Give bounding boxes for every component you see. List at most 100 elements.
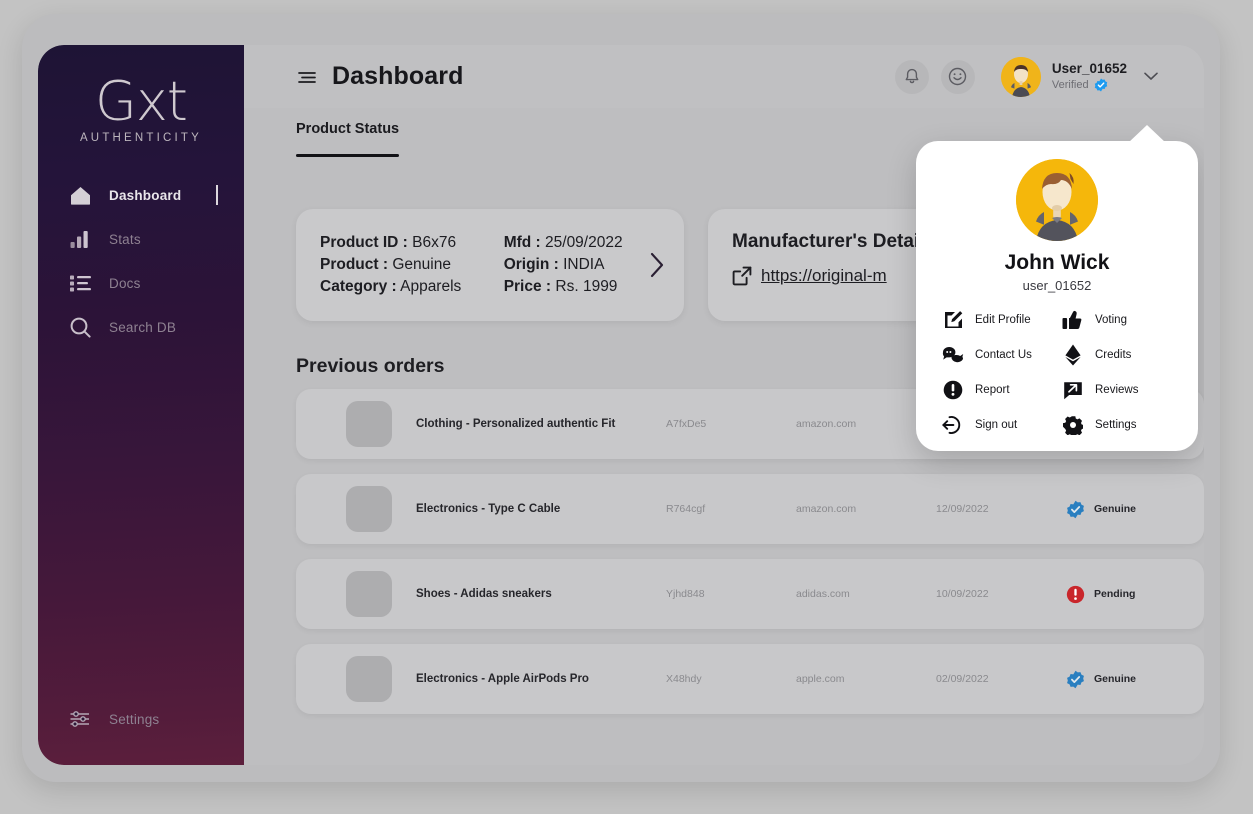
thumbs-up-icon [1062,309,1084,331]
previous-orders-title: Previous orders [296,355,445,377]
origin-label: Origin : [503,256,559,273]
order-name: Electronics - Apple AirPods Pro [416,673,589,685]
sidebar-item-label: Search DB [109,319,177,335]
sidebar-item-settings[interactable]: Settings [38,697,244,741]
user-status-label: Verified [1051,78,1089,91]
status-label: Genuine [1094,503,1137,515]
order-date: 12/09/2022 [936,503,989,515]
product-id-row: Product ID : B6x76 [320,234,478,252]
menu-item-label: Edit Profile [975,314,1031,326]
sidebar-item-dashboard[interactable]: Dashboard [38,173,244,217]
menu-item-edit-profile[interactable]: Edit Profile [942,309,1052,331]
edit-square-icon [942,309,964,331]
active-indicator [216,185,218,205]
order-code: Yjhd848 [666,588,705,600]
menu-item-voting[interactable]: Voting [1062,309,1172,331]
sidebar-item-docs[interactable]: Docs [38,261,244,305]
order-code: R764cgf [666,503,706,515]
product-row: Product : Genuine [320,256,478,274]
profile-name: John Wick [1004,251,1110,274]
product-details-grid: Product ID : B6x76 Mfd : 25/09/2022 Prod… [320,234,639,296]
menu-item-label: Reviews [1095,384,1139,396]
menu-item-credits[interactable]: Credits [1062,344,1172,366]
verified-badge-icon [1066,500,1085,519]
price-label: Price : [503,278,552,295]
category-row: Category : Apparels [320,278,478,296]
mfd-label: Mfd : [503,234,541,251]
order-site: adidas.com [796,588,850,600]
sidebar-item-stats[interactable]: Stats [38,217,244,261]
exclamation-circle-icon [942,379,964,401]
price-value: Rs. 1999 [555,278,618,295]
hamburger-icon[interactable] [296,66,318,88]
product-label: Product : [320,256,389,273]
brand-logo: Gxt AUTHENTICITY [38,73,244,145]
emoji-button[interactable] [940,59,975,94]
product-thumbnail [346,401,392,447]
product-thumbnail [346,656,392,702]
chevron-right-icon[interactable] [649,250,666,280]
table-row[interactable]: Shoes - Adidas sneakers Yjhd848 adidas.c… [296,559,1204,629]
menu-item-sign-out[interactable]: Sign out [942,414,1052,436]
exclamation-circle-icon [1066,585,1085,604]
product-status-card[interactable]: Product ID : B6x76 Mfd : 25/09/2022 Prod… [296,209,684,321]
notification-button[interactable] [894,59,929,94]
status-badge: Pending [1066,585,1135,604]
chat-bubbles-icon [942,344,964,366]
category-label: Category : [320,278,397,295]
order-site: apple.com [796,673,845,685]
category-value: Apparels [400,278,462,295]
table-row[interactable]: Electronics - Type C Cable R764cgf amazo… [296,474,1204,544]
table-row[interactable]: Electronics - Apple AirPods Pro X48hdy a… [296,644,1204,714]
external-link-icon [732,266,752,286]
sidebar-item-label: Dashboard [109,187,182,203]
review-bubble-icon [1062,379,1084,401]
app-window: Gxt AUTHENTICITY Dashboard Stats Docs Se… [22,14,1220,782]
chevron-down-icon[interactable] [1144,72,1158,81]
order-name: Shoes - Adidas sneakers [416,588,552,600]
profile-dropdown-menu: John Wick user_01652 Edit Profile Voting… [916,125,1198,451]
menu-item-contact-us[interactable]: Contact Us [942,344,1052,366]
status-badge: Genuine [1066,500,1136,519]
price-row: Price : Rs. 1999 [504,278,639,296]
origin-value: INDIA [563,256,605,273]
ethereum-icon [1062,344,1084,366]
user-menu-button[interactable]: User_01652 Verified [1000,56,1158,97]
menu-item-label: Voting [1095,314,1127,326]
product-value: Genuine [392,256,451,273]
profile-menu-items: Edit Profile Voting Contact Us Credits R… [916,309,1198,436]
menu-item-label: Sign out [975,419,1018,431]
menu-item-reviews[interactable]: Reviews [1062,379,1172,401]
status-label: Pending [1094,588,1136,600]
mfd-value: 25/09/2022 [545,234,623,251]
status-label: Genuine [1094,673,1137,685]
sidebar-item-label: Settings [109,711,160,727]
page-title: Dashboard [332,62,464,90]
sign-out-icon [942,414,964,436]
order-code: X48hdy [666,673,702,685]
avatar [1000,56,1041,97]
search-icon [67,315,93,339]
tab-product-status[interactable]: Product Status [296,108,400,157]
order-site: amazon.com [796,503,857,515]
profile-handle: user_01652 [1022,278,1092,293]
order-name: Electronics - Type C Cable [416,503,561,515]
sidebar: Gxt AUTHENTICITY Dashboard Stats Docs Se… [38,45,244,765]
topbar-actions: User_01652 Verified [883,56,1204,97]
origin-row: Origin : INDIA [504,256,639,274]
menu-item-label: Credits [1095,349,1132,361]
brand-subtitle: AUTHENTICITY [79,132,203,144]
bar-chart-icon [67,227,93,251]
menu-item-label: Contact Us [975,349,1032,361]
user-text: User_01652 Verified [1052,61,1127,93]
bell-icon [904,68,920,85]
sidebar-item-search-db[interactable]: Search DB [38,305,244,349]
user-name: User_01652 [1051,60,1127,76]
app-inner-surface: Gxt AUTHENTICITY Dashboard Stats Docs Se… [38,45,1204,765]
status-badge: Genuine [1066,670,1136,689]
menu-item-report[interactable]: Report [942,379,1052,401]
verified-badge-icon [1066,670,1085,689]
menu-item-settings[interactable]: Settings [1062,414,1172,436]
order-site: amazon.com [796,418,857,430]
smiley-icon [948,67,967,86]
